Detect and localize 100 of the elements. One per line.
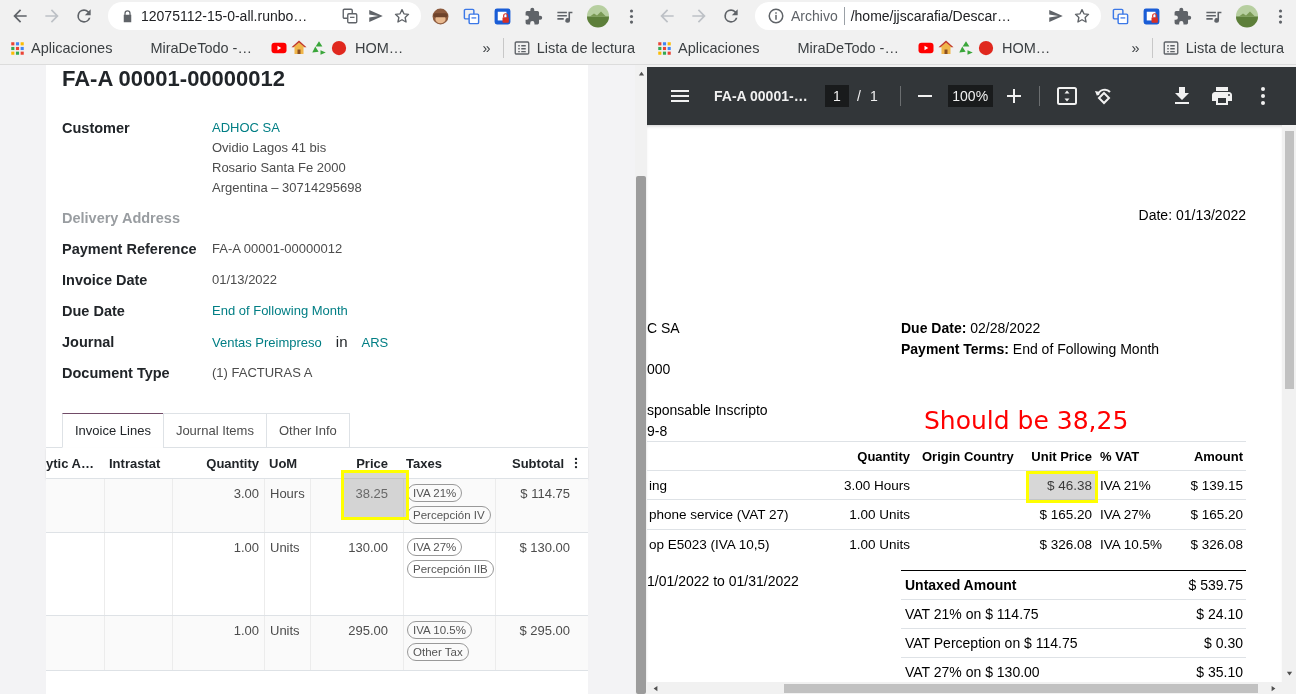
table-cell-text: 3.00 Hours xyxy=(842,477,910,493)
tab[interactable]: Journal Items xyxy=(162,413,267,448)
table-cell: Units xyxy=(264,616,310,670)
partner-line: C SA xyxy=(647,320,681,337)
table-cell: Units xyxy=(264,533,310,615)
field-value: FA-A 00001-00000012 xyxy=(212,240,343,258)
field-link[interactable]: ADHOC SA xyxy=(212,118,280,138)
field-label: Invoice Date xyxy=(62,271,149,290)
column-header[interactable]: UoM xyxy=(264,455,310,471)
annotation-text: Should be 38,25 xyxy=(924,406,1129,436)
table-cell-text: $ 139.15 xyxy=(1189,477,1244,493)
totals-label: VAT 21% on $ 114.75 xyxy=(905,606,1039,622)
field-value: in xyxy=(335,332,348,352)
address-field[interactable]: 12075112-15-0-all.runbo… xyxy=(108,2,421,30)
column-header: Unit Price xyxy=(1030,448,1093,464)
column-header[interactable]: Price xyxy=(310,455,403,471)
bookmark-item[interactable]: Aplicaciones xyxy=(657,40,760,56)
reading-list-button[interactable]: Lista de lectura xyxy=(1161,39,1284,57)
print-icon[interactable] xyxy=(1210,84,1234,108)
reading-list-button[interactable]: Lista de lectura xyxy=(512,39,635,57)
lock-badge-icon[interactable] xyxy=(1142,6,1161,26)
reload-icon[interactable] xyxy=(74,6,94,26)
scrollbar[interactable] xyxy=(635,65,647,694)
star-icon[interactable] xyxy=(1073,7,1091,25)
record-title: FA-A 00001-00000012 xyxy=(62,66,286,92)
term-line: Payment Terms: End of Following Month xyxy=(901,339,1161,359)
totals-label: VAT 27% on $ 130.00 xyxy=(905,664,1040,680)
reading-list-icon xyxy=(512,39,531,57)
table-cell: $ 114.75 xyxy=(495,479,588,532)
extensions-icon[interactable] xyxy=(1173,6,1192,26)
page-count: 1 xyxy=(869,88,878,104)
scrollbar-thumb[interactable] xyxy=(636,176,646,694)
column-header[interactable]: Taxes xyxy=(403,455,495,471)
scroll-arrow-icon[interactable] xyxy=(636,69,646,78)
field-link[interactable]: Ventas Preimpreso xyxy=(212,333,322,353)
avatar-icon[interactable] xyxy=(1235,4,1259,28)
bookmark-item[interactable]: HOM… xyxy=(289,39,404,57)
apps-icon xyxy=(657,40,672,56)
address-field[interactable]: Archivo /home/jjscarafia/Descar… xyxy=(755,2,1101,30)
bookmark-item[interactable]: MiraDeTodo -… xyxy=(150,40,252,56)
table-cell-text: IVA 27% xyxy=(1099,507,1152,522)
scrollbar-thumb[interactable] xyxy=(1284,131,1294,389)
column-header[interactable]: Subtotal xyxy=(512,455,564,471)
term-line: Due Date: 02/28/2022 xyxy=(901,319,1042,338)
field-value: 01/13/2022 xyxy=(212,271,278,289)
table-cell-text: $ 326.08 xyxy=(1038,536,1093,552)
reload-icon[interactable] xyxy=(721,6,741,26)
translate-icon[interactable] xyxy=(341,7,359,25)
page-number-field[interactable]: 1 xyxy=(825,85,849,107)
table-cell-text: op E5023 (IVA 10,5) xyxy=(648,536,771,552)
bookmark-item[interactable]: HOM… xyxy=(936,39,1051,57)
translate-icon[interactable] xyxy=(462,6,481,26)
tab[interactable]: Other Info xyxy=(265,413,350,448)
table-cell: 1.00 xyxy=(172,616,264,670)
avatar-icon[interactable] xyxy=(586,4,610,28)
highlight-frame xyxy=(1026,471,1098,503)
table-cell: $ 130.00 xyxy=(495,533,588,615)
lock-badge-icon[interactable] xyxy=(493,6,512,26)
partner-line: 000 xyxy=(647,361,672,378)
field-value: Rosario Santa Fe 2000 xyxy=(212,159,346,177)
zoom-level-field[interactable]: 100% xyxy=(947,85,993,107)
field-label: Delivery Address xyxy=(62,209,181,228)
field-value: Argentina – 30714295698 xyxy=(212,179,362,197)
column-header[interactable]: ytic A… xyxy=(46,455,104,471)
table-cell-text: IVA 10.5% xyxy=(1099,536,1164,552)
star-icon[interactable] xyxy=(393,7,411,25)
totals-label: VAT Perception on $ 114.75 xyxy=(905,635,1078,651)
billing-period: 1/01/2022 to 01/31/2022 xyxy=(647,572,800,591)
table-cell: 130.00 xyxy=(310,533,403,615)
table-cell-text: IVA 21% xyxy=(1099,477,1152,493)
more-bookmarks-button[interactable]: » xyxy=(482,40,491,56)
send-icon[interactable] xyxy=(367,7,385,25)
more-bookmarks-button[interactable]: » xyxy=(1131,40,1140,56)
translate-icon[interactable] xyxy=(1111,6,1130,26)
field-link[interactable]: ARS xyxy=(361,333,389,353)
column-header: Quantity xyxy=(856,448,910,464)
extensions-icon[interactable] xyxy=(524,6,543,26)
totals-value: $ 539.75 xyxy=(1188,577,1243,593)
house-icon xyxy=(289,39,308,57)
column-header[interactable]: Intrastat xyxy=(104,455,172,471)
table-cell-text: ing xyxy=(648,477,668,493)
fit-page-icon[interactable] xyxy=(1054,84,1079,108)
tab[interactable]: Invoice Lines xyxy=(62,413,164,448)
table-cell: 38.25 xyxy=(310,479,403,532)
table-cell-text: 1.00 Units xyxy=(848,536,910,552)
scrollbar-thumb[interactable] xyxy=(784,683,1258,693)
scroll-arrow-icon[interactable] xyxy=(651,683,660,693)
partner-line: sponsable Inscripto xyxy=(647,402,769,419)
bookmark-item[interactable]: Aplicaciones xyxy=(10,40,113,56)
bookmark-item[interactable]: MiraDeTodo -… xyxy=(797,40,899,56)
field-label: Journal xyxy=(62,333,116,352)
column-header[interactable]: Quantity xyxy=(172,455,264,471)
emoji-icon[interactable] xyxy=(431,6,450,26)
totals-value: $ 24.10 xyxy=(1196,606,1243,622)
table-cell-text: phone service (VAT 27) xyxy=(648,507,790,522)
table-cell-text: $ 165.20 xyxy=(1038,507,1093,522)
send-icon[interactable] xyxy=(1047,7,1065,25)
info-icon[interactable] xyxy=(767,7,785,25)
field-link[interactable]: End of Following Month xyxy=(212,301,348,321)
table-cell-text: $ 326.08 xyxy=(1189,536,1244,552)
